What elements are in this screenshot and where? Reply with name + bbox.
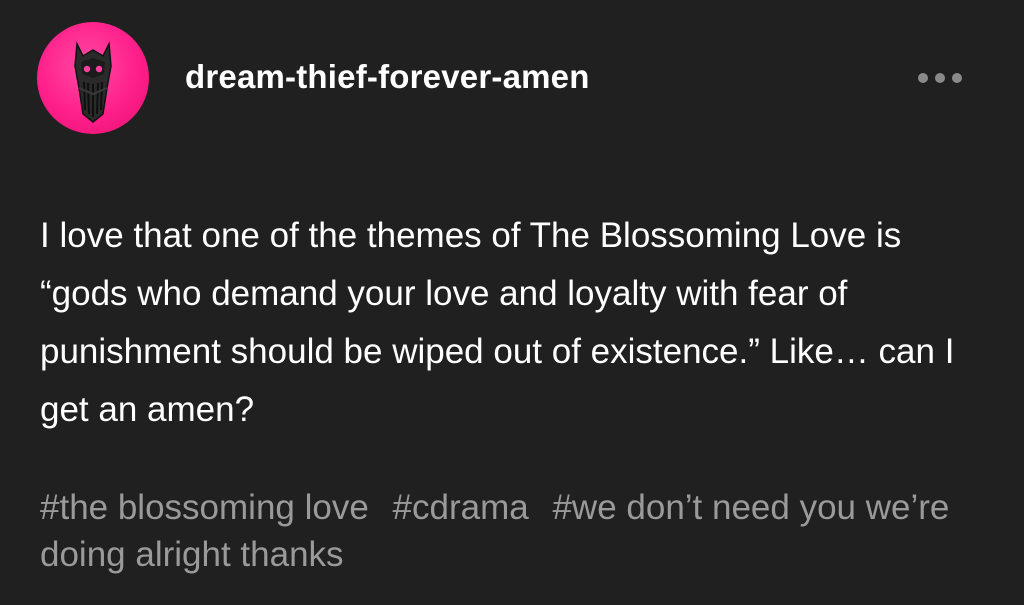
post-tags: #the blossoming love #cdrama #we don’t n… — [40, 484, 990, 578]
post-body-text: I love that one of the themes of The Blo… — [40, 216, 955, 429]
author-username[interactable]: dream-thief-forever-amen — [185, 58, 590, 96]
post-header: dream-thief-forever-amen — [37, 22, 987, 134]
dark-mask-icon — [74, 41, 112, 123]
author-avatar[interactable] — [37, 22, 149, 134]
more-options-icon-dot — [935, 73, 945, 83]
tumblr-post: dream-thief-forever-amen I love that one… — [0, 0, 1024, 605]
more-options-icon — [918, 73, 928, 83]
more-options-button[interactable] — [912, 66, 968, 90]
tag-cdrama[interactable]: #cdrama — [393, 488, 529, 527]
more-options-icon-dot — [952, 73, 962, 83]
tag-the-blossoming-love[interactable]: #the blossoming love — [40, 488, 369, 527]
